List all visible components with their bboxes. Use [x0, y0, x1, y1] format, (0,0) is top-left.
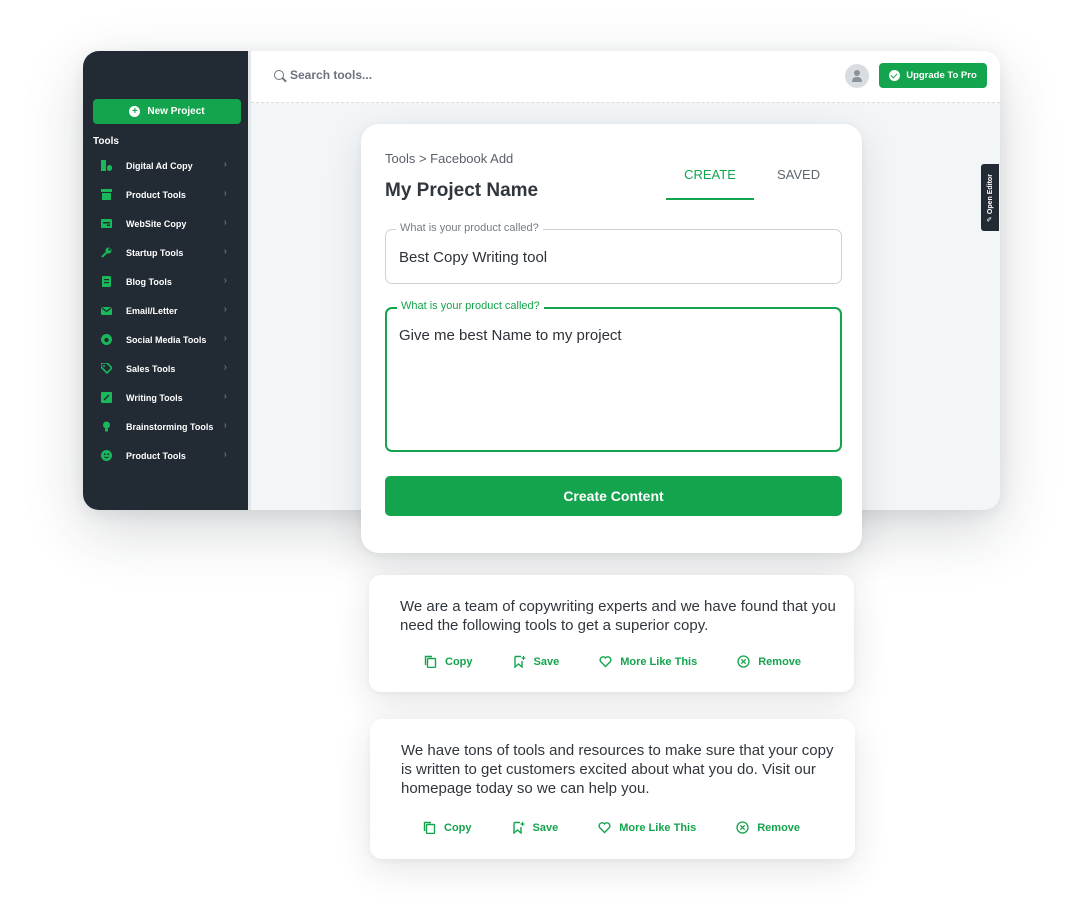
tab-create[interactable]: CREATE — [666, 167, 754, 200]
chevron-right-icon: › — [223, 217, 227, 228]
open-editor-tab[interactable]: ✎ Open Editor — [981, 164, 999, 231]
sidebar-item-label: Social Media Tools — [126, 334, 207, 345]
new-project-button[interactable]: + New Project — [93, 99, 241, 124]
upgrade-label: Upgrade To Pro — [906, 70, 977, 81]
copy-icon — [423, 821, 436, 834]
sidebar-item-social-media-tools[interactable]: Social Media Tools › — [101, 325, 241, 354]
plus-circle-icon: + — [129, 106, 141, 117]
mail-icon — [101, 305, 112, 316]
check-circle-icon — [889, 70, 901, 81]
sidebar-item-label: Startup Tools — [126, 247, 184, 258]
sidebar-item-label: Digital Ad Copy — [126, 160, 193, 171]
smiley-icon — [101, 450, 112, 461]
sidebar-item-digital-ad-copy[interactable]: Digital Ad Copy › — [101, 151, 241, 180]
field-label: What is your product called? — [397, 300, 544, 312]
heart-icon — [599, 656, 612, 668]
chevron-right-icon: › — [223, 333, 227, 344]
sidebar-item-label: Product Tools — [126, 450, 186, 461]
upgrade-button[interactable]: Upgrade To Pro — [879, 63, 987, 88]
chevron-right-icon: › — [223, 304, 227, 315]
close-circle-icon — [737, 655, 750, 668]
tab-saved[interactable]: SAVED — [777, 167, 820, 182]
breadcrumb: Tools > Facebook Add — [385, 151, 514, 166]
browser-icon — [101, 218, 112, 229]
sidebar-item-label: Email/Letter — [126, 305, 178, 316]
more-like-this-button[interactable]: More Like This — [598, 821, 696, 834]
topbar: Search tools... Upgrade To Pro — [251, 51, 1000, 103]
copy-button[interactable]: Copy — [423, 821, 472, 834]
chevron-right-icon: › — [223, 391, 227, 402]
copy-icon — [424, 655, 437, 668]
chevron-right-icon: › — [223, 449, 227, 460]
bookmark-icon — [513, 655, 525, 668]
field-label: What is your product called? — [396, 222, 543, 234]
sidebar-item-label: Writing Tools — [126, 392, 183, 403]
chart-icon — [101, 160, 112, 171]
tag-icon — [101, 363, 112, 374]
sidebar-item-sales-tools[interactable]: Sales Tools › — [101, 354, 241, 383]
globe-icon — [101, 334, 112, 345]
page-title: My Project Name — [385, 180, 539, 201]
box-icon — [101, 189, 112, 200]
search-icon — [274, 70, 284, 80]
form-card: Tools > Facebook Add My Project Name CRE… — [361, 124, 862, 553]
new-project-label: New Project — [147, 106, 205, 117]
sidebar-item-brainstorming-tools[interactable]: Brainstorming Tools › — [101, 412, 241, 441]
sidebar-item-product-tools[interactable]: Product Tools › — [101, 180, 241, 209]
pencil-square-icon — [101, 392, 112, 403]
chevron-right-icon: › — [223, 159, 227, 170]
sidebar-item-label: Brainstorming Tools — [126, 421, 214, 432]
chevron-right-icon: › — [223, 362, 227, 373]
wrench-icon — [101, 247, 112, 258]
field-value: Give me best Name to my project — [399, 327, 622, 344]
result-text: We are a team of copywriting experts and… — [400, 598, 836, 634]
document-icon — [101, 276, 112, 287]
sidebar-item-label: Blog Tools — [126, 276, 172, 287]
sidebar-item-blog-tools[interactable]: Blog Tools › — [101, 267, 241, 296]
remove-button[interactable]: Remove — [736, 821, 800, 834]
save-button[interactable]: Save — [513, 655, 559, 668]
chevron-right-icon: › — [223, 420, 227, 431]
open-editor-label: ✎ Open Editor — [987, 173, 994, 222]
create-content-button[interactable]: Create Content — [385, 476, 842, 516]
result-actions: Copy Save More Like This Remove — [423, 821, 800, 834]
sidebar-item-startup-tools[interactable]: Startup Tools › — [101, 238, 241, 267]
remove-button[interactable]: Remove — [737, 655, 801, 668]
sidebar-menu: Digital Ad Copy › Product Tools › WebSit… — [101, 151, 241, 470]
heart-icon — [598, 822, 611, 834]
sidebar-item-label: Sales Tools — [126, 363, 176, 374]
prompt-textarea[interactable]: What is your product called? Give me bes… — [385, 300, 842, 452]
chevron-right-icon: › — [223, 246, 227, 257]
lightbulb-icon — [101, 421, 112, 432]
result-card: We are a team of copywriting experts and… — [369, 575, 854, 692]
chevron-right-icon: › — [223, 188, 227, 199]
user-icon — [854, 70, 860, 76]
copy-button[interactable]: Copy — [424, 655, 473, 668]
avatar[interactable] — [845, 64, 869, 88]
product-name-field[interactable]: What is your product called? Best Copy W… — [385, 222, 842, 284]
save-button[interactable]: Save — [512, 821, 558, 834]
close-circle-icon — [736, 821, 749, 834]
more-like-this-button[interactable]: More Like This — [599, 655, 697, 668]
result-text: We have tons of tools and resources to m… — [401, 742, 834, 797]
sidebar-item-product-tools-2[interactable]: Product Tools › — [101, 441, 241, 470]
search-input[interactable]: Search tools... — [274, 68, 372, 82]
sidebar: + New Project Tools Digital Ad Copy › Pr… — [83, 51, 248, 510]
sidebar-item-website-copy[interactable]: WebSite Copy › — [101, 209, 241, 238]
chevron-right-icon: › — [223, 275, 227, 286]
result-card: We have tons of tools and resources to m… — [370, 719, 855, 859]
bookmark-icon — [512, 821, 524, 834]
tools-heading: Tools — [93, 136, 119, 147]
sidebar-item-writing-tools[interactable]: Writing Tools › — [101, 383, 241, 412]
field-value: Best Copy Writing tool — [399, 249, 548, 266]
sidebar-item-label: Product Tools — [126, 189, 186, 200]
result-actions: Copy Save More Like This Remove — [424, 655, 801, 668]
sidebar-divider — [248, 51, 251, 510]
sidebar-item-email-letter[interactable]: Email/Letter › — [101, 296, 241, 325]
search-placeholder: Search tools... — [290, 68, 373, 82]
sidebar-item-label: WebSite Copy — [126, 218, 187, 229]
